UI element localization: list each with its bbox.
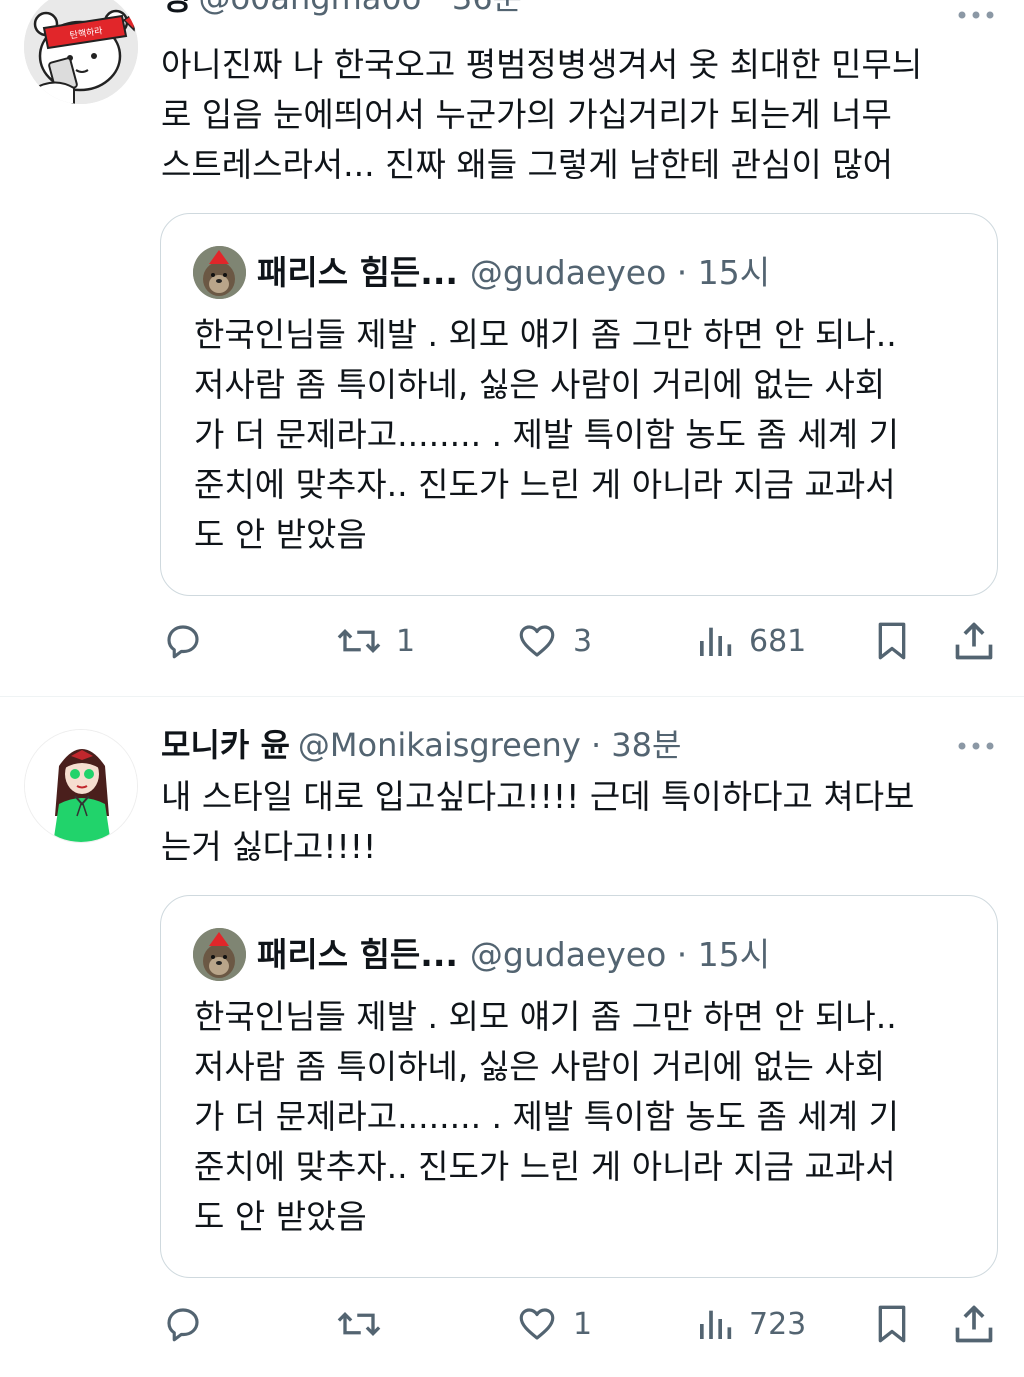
quote-text: 한국인님들 제발 . 외모 얘기 좀 그만 하면 안 되나.. 저사람 좀 특이… xyxy=(194,315,899,554)
tweet-header: 엥 @o0angma0o · 36분 xyxy=(161,0,924,18)
views-button[interactable]: 723 xyxy=(695,1299,806,1349)
quote-avatar[interactable] xyxy=(193,246,246,299)
quote-timestamp: 15시 xyxy=(697,253,771,292)
user-handle[interactable]: @Monikaisgreeny xyxy=(298,726,581,764)
bar-chart-icon xyxy=(700,627,732,656)
action-bar: 1 723 xyxy=(160,1299,1010,1349)
quote-header: 패리스 힘든... @gudaeyeo · 15시 xyxy=(257,932,770,978)
heart-outline-icon xyxy=(519,1308,555,1340)
display-name[interactable]: 모니카 윤 xyxy=(161,726,290,764)
quote-avatar[interactable] xyxy=(193,928,246,981)
retweet-button[interactable]: 1 xyxy=(336,616,415,666)
tweet-divider xyxy=(0,696,1024,697)
speech-bubble-icon xyxy=(167,625,199,659)
quote-text: 한국인님들 제발 . 외모 얘기 좀 그만 하면 안 되나.. 저사람 좀 특이… xyxy=(194,997,899,1236)
girl-avatar-icon xyxy=(25,730,137,842)
share-button[interactable] xyxy=(952,1299,996,1349)
like-button[interactable]: 1 xyxy=(515,1299,592,1349)
bar-chart-icon xyxy=(700,1310,732,1339)
separator-dot: · xyxy=(676,935,688,974)
quote-header: 패리스 힘든... @gudaeyeo · 15시 xyxy=(257,250,770,296)
bookmark-button[interactable] xyxy=(872,616,912,666)
retweet-count: 1 xyxy=(396,623,416,659)
more-options-icon[interactable] xyxy=(956,3,996,27)
like-count: 3 xyxy=(573,623,593,659)
share-upload-icon xyxy=(955,622,993,660)
bookmark-icon xyxy=(878,622,906,660)
quote-timestamp: 15시 xyxy=(697,935,771,974)
timestamp[interactable]: 36분 xyxy=(452,0,522,17)
share-button[interactable] xyxy=(952,616,996,666)
speech-bubble-icon xyxy=(167,1308,199,1342)
quote-user-handle: @gudaeyeo xyxy=(469,253,667,292)
otter-avatar-icon xyxy=(193,246,246,299)
separator-dot: · xyxy=(676,253,688,292)
like-count: 1 xyxy=(573,1306,593,1342)
tweet[interactable]: 탄핵하라 엥 @o0angma0o · 36분 아니진짜 나 한국오고 평범정병생… xyxy=(0,0,1024,696)
heart-outline-icon xyxy=(519,625,555,657)
separator-dot: · xyxy=(431,0,441,17)
avatar[interactable]: 탄핵하라 xyxy=(24,0,138,104)
quote-user-handle: @gudaeyeo xyxy=(469,935,667,974)
reply-button[interactable] xyxy=(162,1299,218,1349)
quote-display-name: 패리스 힘든... xyxy=(257,253,458,292)
quote-tweet-card[interactable]: 패리스 힘든... @gudaeyeo · 15시 한국인님들 제발 . 외모 얘… xyxy=(160,895,998,1278)
retweet-arrows-icon xyxy=(337,1312,381,1336)
views-count: 723 xyxy=(749,1306,807,1342)
bear-avatar-icon: 탄핵하라 xyxy=(24,0,138,104)
timestamp[interactable]: 38분 xyxy=(611,726,681,764)
user-handle[interactable]: @o0angma0o xyxy=(198,0,421,17)
more-options-icon[interactable] xyxy=(956,734,996,758)
action-bar: 1 3 681 xyxy=(160,616,1010,666)
like-button[interactable]: 3 xyxy=(515,616,592,666)
views-count: 681 xyxy=(749,623,807,659)
bookmark-button[interactable] xyxy=(872,1299,912,1349)
display-name[interactable]: 엥 xyxy=(161,0,190,17)
avatar[interactable] xyxy=(24,729,138,843)
reply-button[interactable] xyxy=(162,616,218,666)
tweet-header: 모니카 윤 @Monikaisgreeny · 38분 xyxy=(161,725,924,765)
separator-dot: · xyxy=(590,726,602,764)
retweet-arrows-icon xyxy=(337,629,381,653)
otter-avatar-icon xyxy=(193,928,246,981)
tweet-text: 아니진짜 나 한국오고 평범정병생겨서 옷 최대한 민무늬 로 입음 눈에띄어서… xyxy=(161,45,923,184)
share-upload-icon xyxy=(955,1305,993,1343)
views-button[interactable]: 681 xyxy=(695,616,806,666)
tweet[interactable]: 모니카 윤 @Monikaisgreeny · 38분 내 스타일 대로 입고싶다… xyxy=(0,705,1024,1377)
tweet-text: 내 스타일 대로 입고싶다고!!!! 근데 특이하다고 쳐다보 는거 싫다고!!… xyxy=(161,777,915,866)
quote-tweet-card[interactable]: 패리스 힘든... @gudaeyeo · 15시 한국인님들 제발 . 외모 얘… xyxy=(160,213,998,596)
retweet-button[interactable] xyxy=(336,1299,396,1349)
bookmark-icon xyxy=(878,1305,906,1343)
quote-display-name: 패리스 힘든... xyxy=(257,935,458,974)
